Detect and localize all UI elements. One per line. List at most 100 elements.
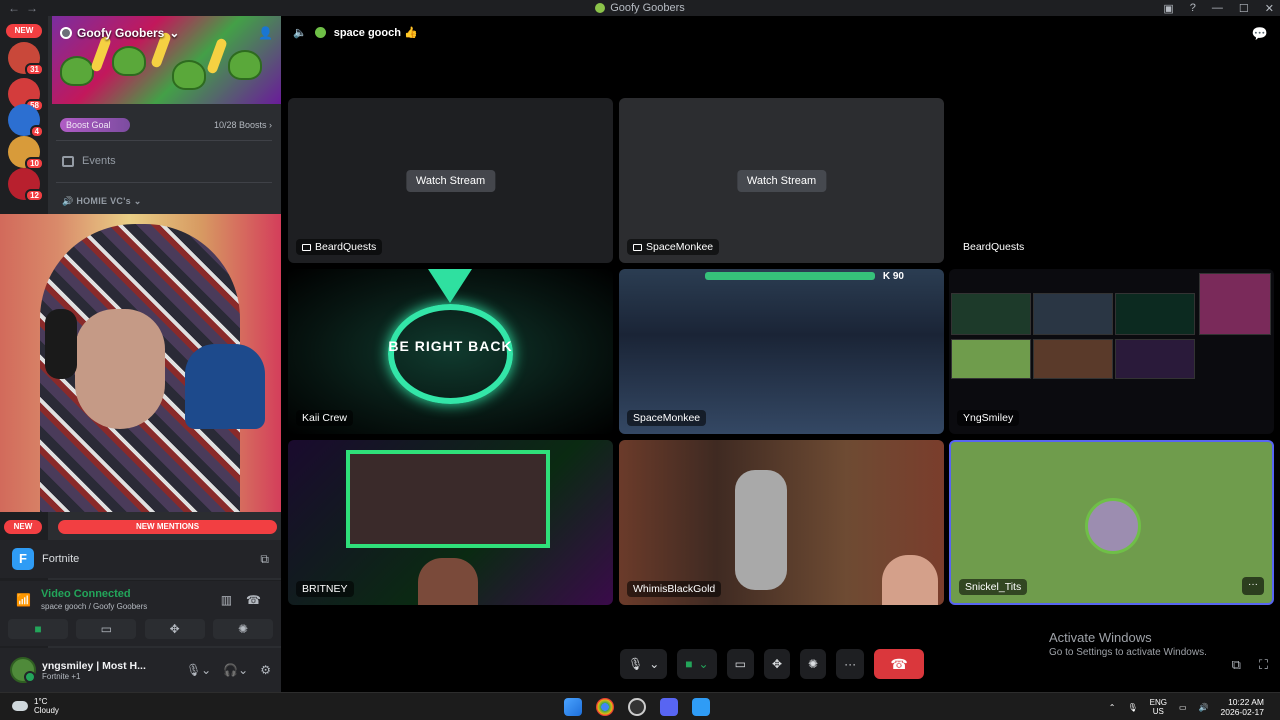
- banner-art: [90, 35, 112, 73]
- user-info[interactable]: yngsmiley | Most H... Fortnite +1: [42, 660, 152, 681]
- video-tile[interactable]: Snickel_Tits ···: [949, 440, 1274, 605]
- chrome-icon[interactable]: [596, 698, 614, 716]
- clock-date: 2026-02-17: [1220, 707, 1264, 717]
- title-bar: ←→ Goofy Goobers ▣ ? — ☐ ✕: [0, 0, 1280, 16]
- speaker-icon: 🔈: [293, 27, 307, 39]
- camera-button[interactable]: ■: [8, 619, 68, 639]
- mini-preview: [1033, 339, 1113, 379]
- more-button[interactable]: ···: [836, 649, 865, 679]
- window-title-wrap: Goofy Goobers: [595, 2, 685, 14]
- video-tile[interactable]: BRITNEY: [288, 440, 613, 605]
- server-icon-4[interactable]: 10: [8, 136, 44, 170]
- activation-watermark: Activate Windows Go to Settings to activ…: [1049, 630, 1207, 658]
- screen-share-button[interactable]: ▭: [76, 619, 137, 639]
- more-options-icon[interactable]: ···: [1242, 577, 1264, 595]
- stream-tile[interactable]: Watch Stream SpaceMonkee: [619, 98, 944, 263]
- events-item[interactable]: Events: [62, 155, 116, 167]
- tile-label: YngSmiley: [957, 410, 1020, 426]
- inbox-icon[interactable]: ▣: [1163, 2, 1173, 15]
- disconnect-button[interactable]: ☎: [874, 649, 925, 679]
- voice-location[interactable]: space gooch / Goofy Goobers: [41, 602, 147, 611]
- screen-icon: [302, 243, 311, 251]
- server-icon: [595, 3, 606, 13]
- minimize-button[interactable]: —: [1212, 2, 1223, 14]
- server-icon-5[interactable]: 12: [8, 168, 44, 202]
- share-screen-icon[interactable]: ⧉: [260, 552, 269, 567]
- tile-label: Kaii Crew: [296, 410, 353, 426]
- help-icon[interactable]: ?: [1190, 2, 1196, 14]
- video-tile[interactable]: WhimisBlackGold: [619, 440, 944, 605]
- voice-status[interactable]: Video Connected: [41, 588, 131, 600]
- chat-icon[interactable]: 💬: [1252, 26, 1268, 42]
- camera-toggle-button[interactable]: ■ ⌄: [677, 649, 717, 679]
- watch-stream-button[interactable]: Watch Stream: [736, 170, 827, 192]
- mute-button[interactable]: 🎙 ⌄: [620, 649, 668, 679]
- webcam-face: [75, 309, 165, 429]
- channel-category[interactable]: 🔊 HOMIE VC's ⌄: [62, 196, 142, 207]
- banner-art: [228, 50, 262, 80]
- new-mentions-button[interactable]: NEW MENTIONS: [58, 520, 277, 534]
- stream-tile[interactable]: Watch Stream BeardQuests: [288, 98, 613, 263]
- streamer-cam: [882, 555, 938, 605]
- video-tile[interactable]: YngSmiley: [949, 269, 1274, 434]
- activities-button[interactable]: ✥: [763, 649, 791, 679]
- fortnite-icon[interactable]: [692, 698, 710, 716]
- server-name-button[interactable]: Goofy Goobers ⌄: [60, 26, 179, 40]
- weather-temp: 1°C: [34, 697, 48, 706]
- unread-badge: 4: [29, 125, 44, 138]
- noise-suppression-icon[interactable]: ▥: [221, 593, 232, 607]
- window-title: Goofy Goobers: [610, 2, 685, 14]
- stage-header: 🔈 space gooch 👍: [293, 26, 418, 39]
- invite-icon[interactable]: 👤: [258, 26, 273, 40]
- user-controls: 🎙⌄ 🎧⌄ ⚙: [186, 663, 271, 677]
- server-name: Goofy Goobers: [77, 26, 165, 40]
- popout-icon[interactable]: ⧉: [1232, 657, 1241, 673]
- fullscreen-icon[interactable]: ⛶: [1259, 657, 1268, 673]
- obs-icon[interactable]: [628, 698, 646, 716]
- boost-goal[interactable]: Boost Goal 10/28 Boosts ›: [60, 118, 272, 132]
- activation-title: Activate Windows: [1049, 630, 1152, 645]
- server-dot-icon: [60, 27, 72, 39]
- screen-share-button[interactable]: ▭: [726, 649, 754, 679]
- tile-label: SpaceMonkee: [627, 410, 707, 426]
- chevron-up-icon[interactable]: ⌃: [1109, 703, 1116, 712]
- maximize-button[interactable]: ☐: [1239, 2, 1249, 15]
- new-pill[interactable]: NEW: [4, 520, 42, 534]
- close-button[interactable]: ✕: [1265, 2, 1274, 15]
- nav-arrows[interactable]: ←→: [8, 1, 44, 15]
- display-icon[interactable]: ▭: [1179, 703, 1187, 712]
- disconnect-icon[interactable]: ☎: [246, 593, 261, 607]
- boost-count: 10/28 Boosts ›: [213, 120, 272, 130]
- mic-icon[interactable]: 🎙: [1127, 703, 1137, 712]
- windows-start-icon[interactable]: [564, 698, 582, 716]
- weather-widget[interactable]: 1°C Cloudy: [12, 697, 59, 715]
- mic-icon[interactable]: 🎙⌄: [186, 663, 211, 677]
- banner-art: [172, 60, 206, 90]
- watch-stream-button[interactable]: Watch Stream: [405, 170, 496, 192]
- language-indicator[interactable]: ENG US: [1150, 698, 1167, 716]
- activities-button[interactable]: ✥: [144, 619, 205, 639]
- tile-label: Snickel_Tits: [959, 579, 1028, 595]
- soundboard-button[interactable]: ✺: [212, 619, 273, 639]
- webcam-overlay: [0, 214, 287, 512]
- calendar-icon: [62, 155, 74, 167]
- avatar[interactable]: [10, 657, 36, 683]
- video-tile[interactable]: K 90 SpaceMonkee: [619, 269, 944, 434]
- gear-icon[interactable]: ⚙: [260, 663, 271, 677]
- volume-icon[interactable]: 🔊: [1199, 703, 1209, 712]
- headphones-icon[interactable]: 🎧⌄: [223, 663, 248, 677]
- banner-art: [60, 56, 94, 86]
- mini-preview: [1199, 273, 1271, 335]
- video-tile[interactable]: BeardQuests: [949, 98, 1274, 263]
- streamer-cam: [418, 558, 478, 605]
- camera-icon: ■: [685, 657, 693, 671]
- server-icon-1[interactable]: 31: [8, 42, 44, 76]
- username: yngsmiley | Most H...: [42, 659, 146, 672]
- channel-emoji-icon: [314, 27, 326, 38]
- server-icon-3[interactable]: 4: [8, 104, 44, 138]
- video-tile[interactable]: BE RIGHT BACK Kaii Crew: [288, 269, 613, 434]
- discord-icon[interactable]: [660, 698, 678, 716]
- new-pill[interactable]: NEW: [6, 24, 42, 38]
- soundboard-button[interactable]: ✺: [800, 649, 827, 679]
- clock[interactable]: 10:22 AM 2026-02-17: [1221, 697, 1264, 717]
